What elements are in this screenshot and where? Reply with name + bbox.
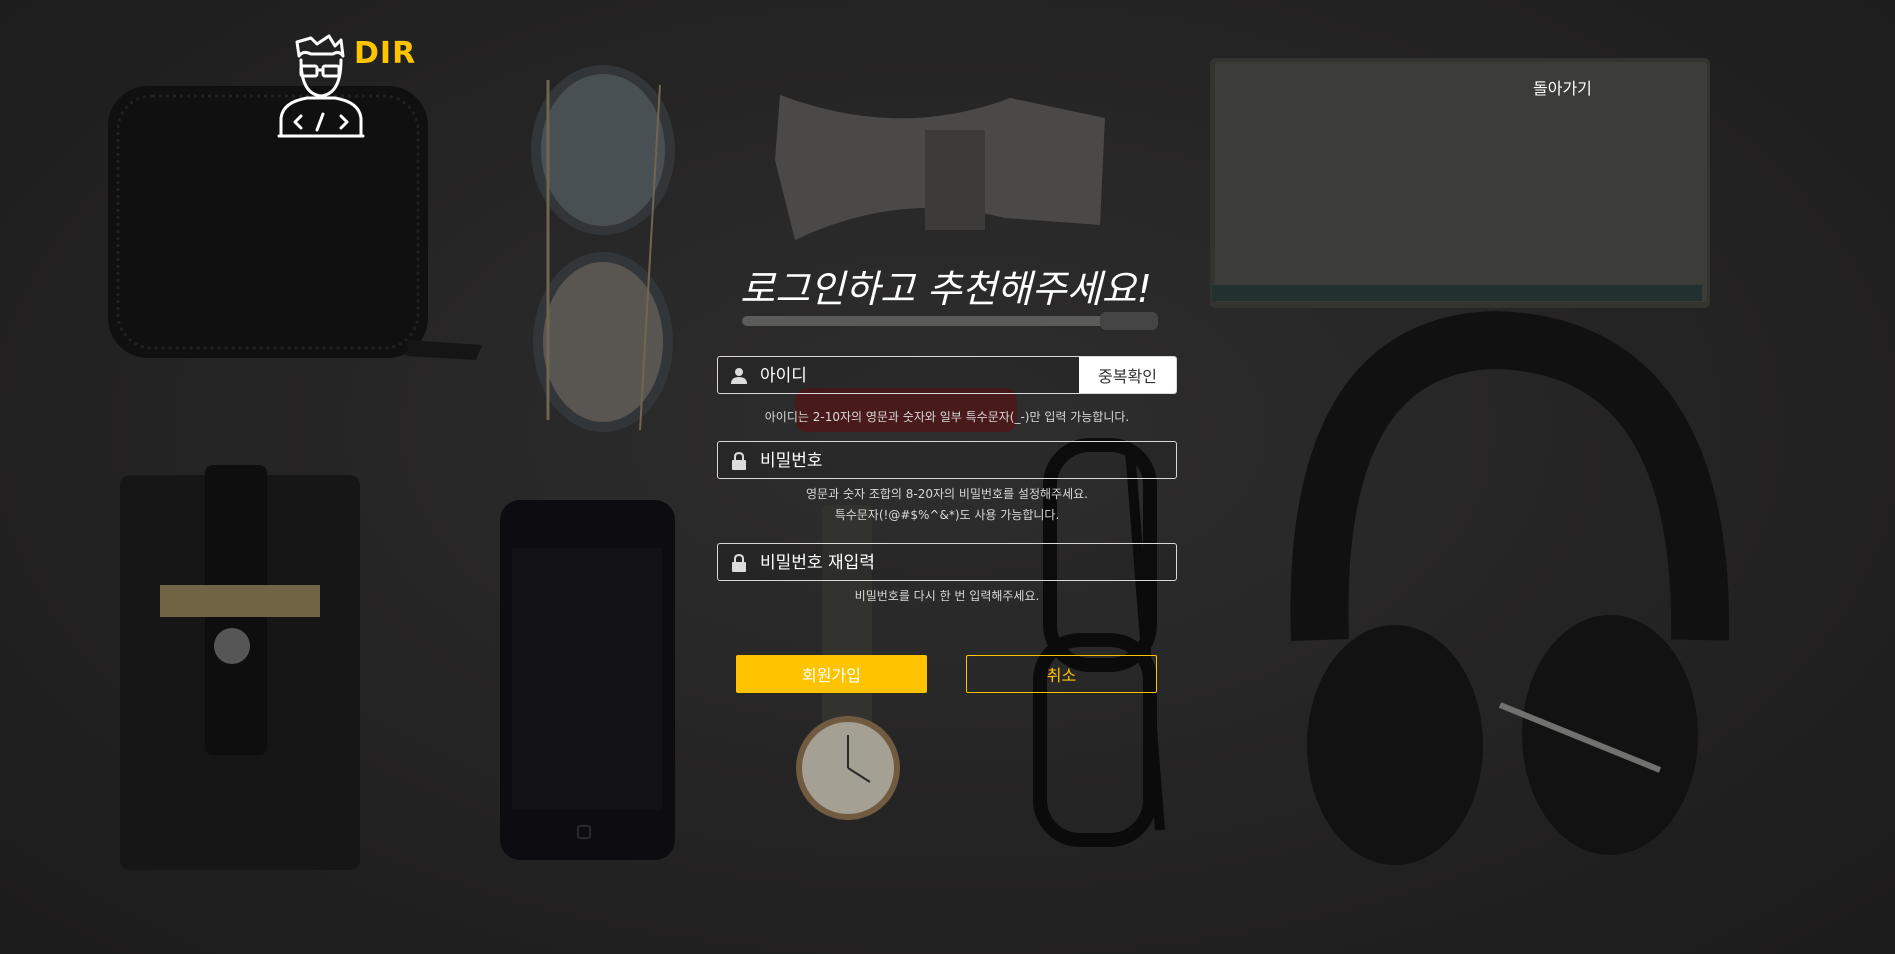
duplicate-check-button[interactable]: 중복확인 [1079,357,1176,393]
password-field [717,441,1177,480]
password-input[interactable] [758,442,1062,480]
cancel-button[interactable]: 취소 [966,655,1157,693]
password-confirm-hint: 비밀번호를 다시 한 번 입력해주세요. [854,589,1040,603]
password-hint-line-1: 영문과 숫자 조합의 8-20자의 비밀번호를 설정해주세요. [806,487,1088,501]
lock-icon [732,554,746,572]
password-confirm-input[interactable] [758,544,1062,582]
page-title: 로그인하고 추천해주세요! [740,267,1152,311]
lock-icon [732,452,746,470]
password-hint: 영문과 숫자 조합의 8-20자의 비밀번호를 설정해주세요. 특수문자(!@#… [717,484,1177,526]
id-hint: 아이디는 2-10자의 영문과 숫자와 일부 특수문자(_-)만 입력 가능합니… [764,410,1130,424]
brand-name[interactable]: DIR [354,36,416,71]
signup-page: DIR 돌아가기 로그인하고 추천해주세요! 중복확인 아이디는 2-10자의 … [0,0,1895,954]
user-icon [731,368,747,384]
signup-button[interactable]: 회원가입 [736,655,927,693]
password-confirm-field [717,543,1177,582]
back-link[interactable]: 돌아가기 [1533,75,1592,99]
password-hint-line-2: 특수문자(!@#$%^&*)도 사용 가능합니다. [834,508,1060,522]
id-field: 중복확인 [717,356,1177,395]
id-input[interactable] [758,357,1062,395]
